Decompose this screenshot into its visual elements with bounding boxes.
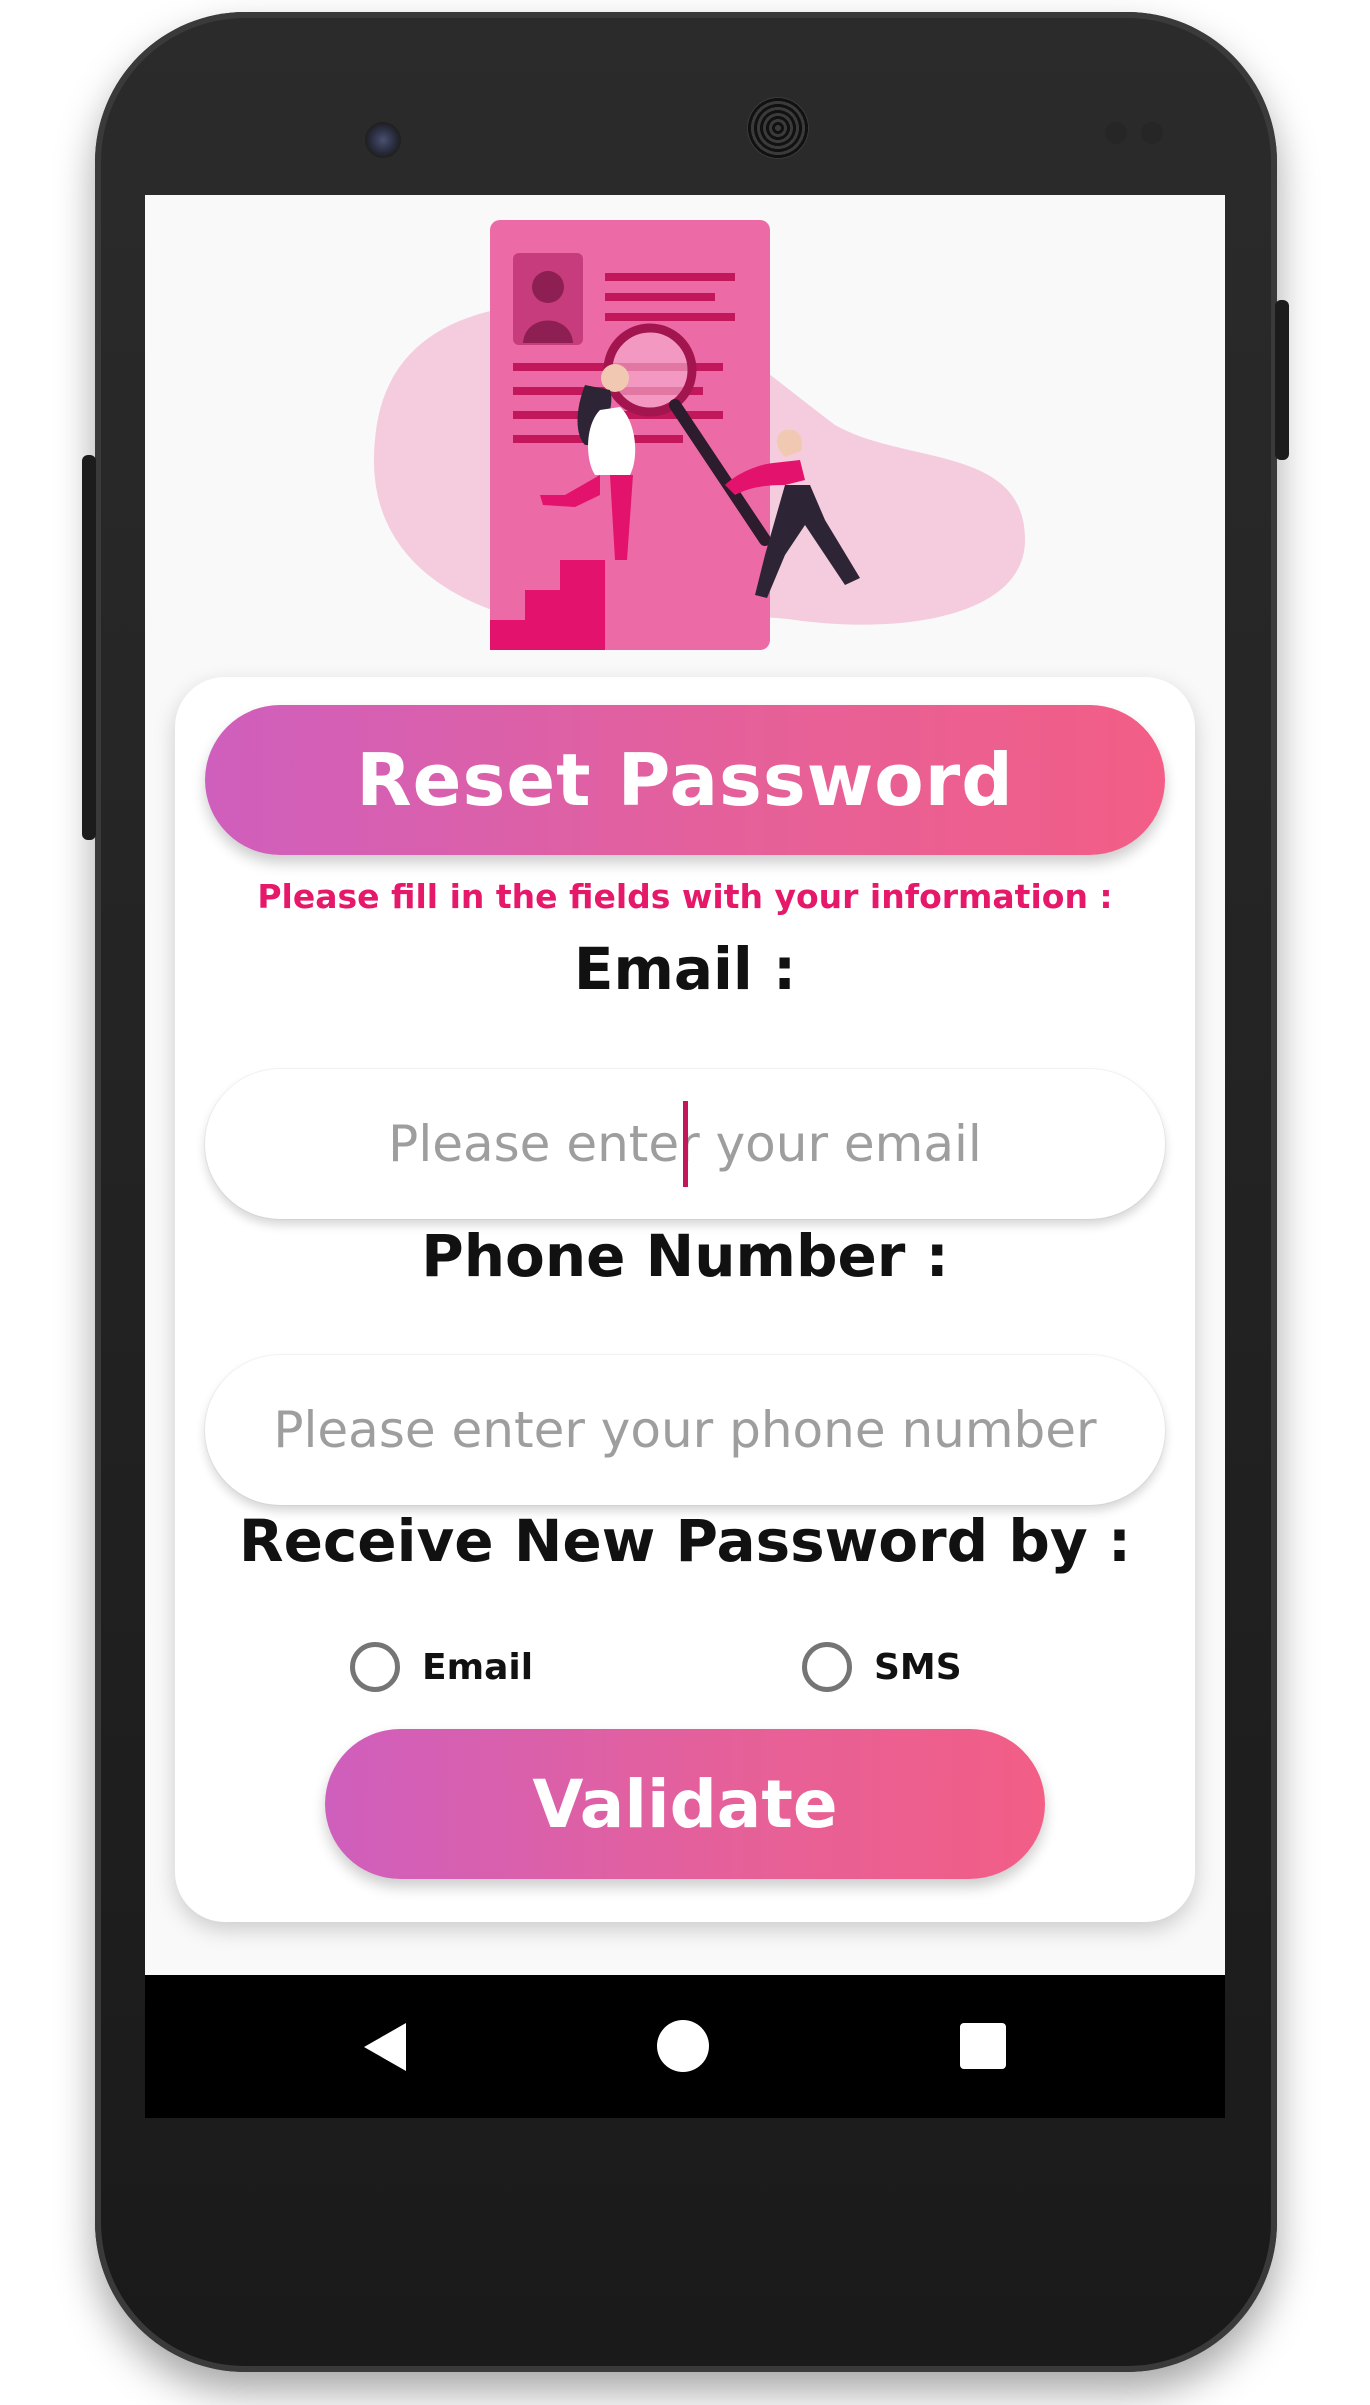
volume-button <box>82 455 96 840</box>
radio-sms-label: SMS <box>874 1646 962 1688</box>
delivery-method-radio-group: Email SMS <box>175 1642 1195 1712</box>
radio-email-label: Email <box>422 1646 534 1688</box>
front-camera <box>365 122 401 158</box>
recent-apps-icon[interactable] <box>960 2023 1006 2069</box>
proximity-sensor <box>1105 122 1127 144</box>
phone-field-container <box>205 1355 1165 1505</box>
radio-email[interactable]: Email <box>350 1642 533 1692</box>
reset-password-card: Reset Password Please fill in the fields… <box>175 677 1195 1922</box>
phone-field[interactable] <box>233 1400 1137 1460</box>
email-label: Email : <box>573 935 797 1003</box>
android-navigation-bar <box>145 1975 1225 2118</box>
power-button <box>1275 300 1289 460</box>
app-screen: Reset Password Please fill in the fields… <box>145 195 1225 2115</box>
radio-circle-icon[interactable] <box>350 1642 400 1692</box>
home-icon[interactable] <box>657 2020 709 2072</box>
back-icon[interactable] <box>360 2021 410 2073</box>
radio-circle-icon[interactable] <box>802 1642 852 1692</box>
instructions-text: Please fill in the fields with your info… <box>257 877 1113 916</box>
earpiece-speaker <box>747 97 809 159</box>
email-field-container <box>205 1069 1165 1219</box>
reset-password-illustration <box>373 220 1025 650</box>
validate-button[interactable]: Validate <box>325 1729 1045 1879</box>
reset-password-header-button[interactable]: Reset Password <box>205 705 1165 855</box>
text-cursor <box>683 1101 688 1187</box>
light-sensor <box>1141 122 1163 144</box>
phone-label: Phone Number : <box>421 1222 949 1290</box>
receive-by-label: Receive New Password by : <box>238 1507 1132 1575</box>
radio-sms[interactable]: SMS <box>802 1642 962 1692</box>
